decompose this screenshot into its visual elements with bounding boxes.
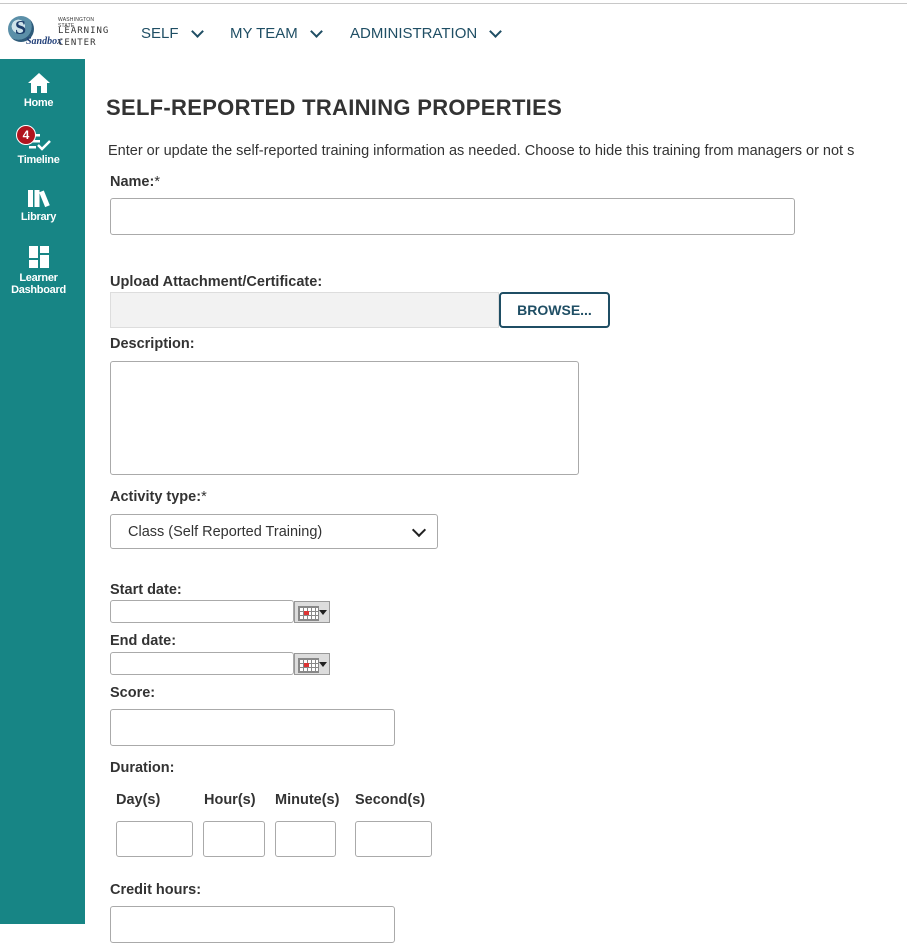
credit-hours-label: Credit hours: <box>110 882 202 898</box>
activity-type-label: Activity type:* <box>110 489 207 505</box>
duration-days-input[interactable] <box>116 821 193 857</box>
chevron-down-icon <box>309 25 323 38</box>
sidebar-item-label: Home <box>23 97 54 109</box>
dashboard-icon <box>28 246 49 268</box>
nav-my-team-label: MY TEAM <box>230 25 298 42</box>
end-date-label: End date: <box>110 633 177 649</box>
notification-badge[interactable]: 4 <box>16 125 36 145</box>
duration-days-label: Day(s) <box>116 792 161 808</box>
description-textarea[interactable] <box>110 361 579 475</box>
sidebar-item-library[interactable]: Library <box>0 188 77 223</box>
dropdown-arrow-icon <box>319 610 327 615</box>
logo-line1: LEARNING <box>58 26 110 36</box>
dropdown-arrow-icon <box>319 662 327 667</box>
sidebar: Home 4 Timeline Library Learner Dashboar… <box>0 59 85 924</box>
sidebar-item-home[interactable]: Home <box>0 72 77 109</box>
seal-letter: S <box>15 17 27 39</box>
duration-hours-label: Hour(s) <box>204 792 256 808</box>
activity-type-label-text: Activity type: <box>110 489 202 505</box>
score-label: Score: <box>110 685 156 701</box>
activity-type-value: Class (Self Reported Training) <box>128 524 323 540</box>
duration-seconds-label: Second(s) <box>355 792 426 808</box>
page-title: SELF-REPORTED TRAINING PROPERTIES <box>106 95 563 120</box>
sidebar-item-label: Learner Dashboard <box>11 272 66 296</box>
activity-type-select[interactable]: Class (Self Reported Training) <box>110 514 438 549</box>
end-date-calendar-button[interactable] <box>294 653 330 675</box>
sidebar-item-timeline[interactable]: 4 Timeline <box>0 125 77 166</box>
name-label: Name:* <box>110 174 160 190</box>
chevron-down-icon <box>411 522 427 538</box>
duration-minutes-label: Minute(s) <box>275 792 340 808</box>
calendar-icon <box>298 658 319 673</box>
upload-file-field[interactable] <box>110 292 499 328</box>
sidebar-item-label: Timeline <box>17 154 60 166</box>
calendar-icon <box>298 606 319 621</box>
duration-minutes-input[interactable] <box>275 821 336 857</box>
nav-self-label: SELF <box>141 25 179 42</box>
duration-hours-input[interactable] <box>203 821 265 857</box>
sidebar-item-label: Library <box>20 211 57 223</box>
chevron-down-icon <box>489 25 503 38</box>
nav-administration-label: ADMINISTRATION <box>350 25 478 42</box>
logo-line2: CENTER <box>58 38 97 48</box>
name-input[interactable] <box>110 198 795 235</box>
chevron-down-icon <box>190 25 204 38</box>
credit-hours-input[interactable] <box>110 906 395 943</box>
library-icon <box>27 190 50 208</box>
start-date-input[interactable] <box>110 600 294 623</box>
home-icon <box>27 73 50 93</box>
score-input[interactable] <box>110 709 395 746</box>
duration-label: Duration: <box>110 760 175 776</box>
learning-center-logo[interactable]: S Sandbox WASHINGTON STATE LEARNING CENT… <box>6 14 108 54</box>
logo-sandbox-text: Sandbox <box>26 36 63 47</box>
required-mark: * <box>154 174 160 190</box>
nav-administration-menu[interactable]: ADMINISTRATION <box>350 25 503 42</box>
start-date-calendar-button[interactable] <box>294 601 330 623</box>
end-date-input[interactable] <box>110 652 294 675</box>
browse-button[interactable]: BROWSE... <box>499 292 610 328</box>
description-label: Description: <box>110 336 195 352</box>
main-content: SELF-REPORTED TRAINING PROPERTIES Enter … <box>85 59 907 943</box>
name-label-text: Name: <box>110 174 155 190</box>
nav-my-team-menu[interactable]: MY TEAM <box>230 25 323 42</box>
sidebar-item-learner-dashboard[interactable]: Learner Dashboard <box>0 245 77 296</box>
nav-self-menu[interactable]: SELF <box>141 25 204 42</box>
upload-label: Upload Attachment/Certificate: <box>110 274 323 290</box>
page-intro: Enter or update the self-reported traini… <box>108 143 855 159</box>
start-date-label: Start date: <box>110 582 182 598</box>
duration-seconds-input[interactable] <box>355 821 432 857</box>
top-nav-bar: S Sandbox WASHINGTON STATE LEARNING CENT… <box>0 4 907 59</box>
required-mark: * <box>201 489 207 505</box>
